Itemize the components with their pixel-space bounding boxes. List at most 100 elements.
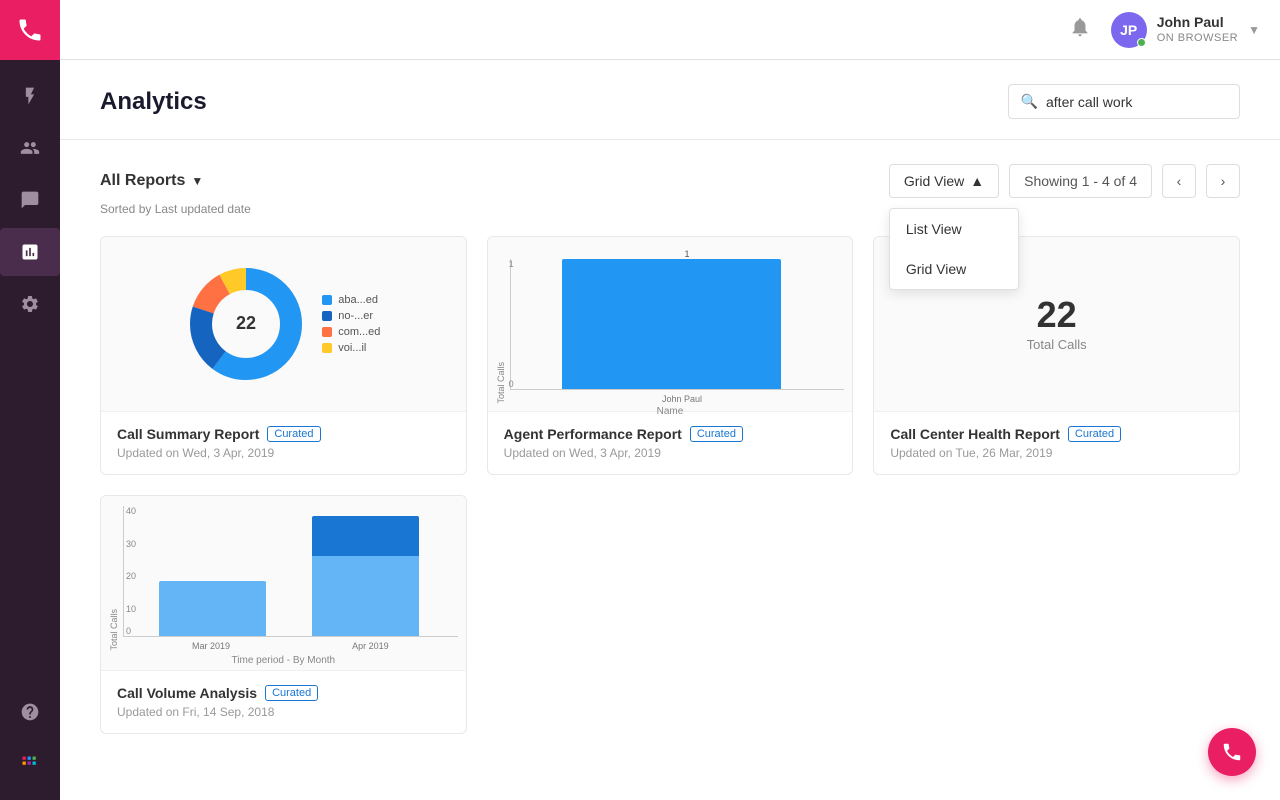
sidebar-item-grid[interactable] xyxy=(0,740,60,788)
volume-chart-wrap: Total Calls 40 30 20 10 xyxy=(101,496,466,670)
user-menu[interactable]: JP John Paul ON BROWSER ▼ xyxy=(1111,12,1260,48)
reports-section: All Reports ▼ Grid View ▲ List View Grid xyxy=(60,140,1280,758)
search-icon: 🔍 xyxy=(1021,93,1038,110)
number-display: 22 Total Calls xyxy=(1027,297,1087,352)
report-card-call-summary[interactable]: 22 aba...ed no-...er xyxy=(100,236,467,475)
toolbar-right: Grid View ▲ List View Grid View Showing … xyxy=(889,164,1240,198)
card-info: Call Center Health Report Curated Update… xyxy=(874,412,1239,474)
bar-top-label: 1 xyxy=(510,249,845,259)
grid-view-option[interactable]: Grid View xyxy=(890,249,1018,289)
list-view-option[interactable]: List View xyxy=(890,209,1018,249)
big-number-label: Total Calls xyxy=(1027,337,1087,352)
curated-badge: Curated xyxy=(265,685,318,701)
y-tick-0: 0 xyxy=(126,626,131,636)
report-card-call-volume[interactable]: Total Calls 40 30 20 10 xyxy=(100,495,467,734)
y-tick-30: 30 xyxy=(126,539,136,549)
sidebar-bottom xyxy=(0,688,60,800)
bars-area: 1 0 xyxy=(510,259,845,390)
sidebar-item-analytics[interactable] xyxy=(0,228,60,276)
card-info: Call Volume Analysis Curated Updated on … xyxy=(101,671,466,733)
x-label-mar: Mar 2019 xyxy=(192,641,230,651)
search-box[interactable]: 🔍 xyxy=(1008,84,1240,119)
legend-item: com...ed xyxy=(322,326,380,338)
legend-color xyxy=(322,295,332,305)
sidebar-item-settings[interactable] xyxy=(0,280,60,328)
grid-view-button[interactable]: Grid View ▲ xyxy=(889,164,999,198)
card-chart-bar: Total Calls 1 1 0 John Paul xyxy=(488,237,853,412)
card-title-row: Call Summary Report Curated xyxy=(117,426,450,442)
bar-chart-wrap: Total Calls 1 1 0 John Paul xyxy=(488,237,853,411)
card-title-row: Agent Performance Report Curated xyxy=(504,426,837,442)
big-number: 22 xyxy=(1027,297,1087,333)
legend-item: voi...il xyxy=(322,342,380,354)
next-page-button[interactable]: › xyxy=(1206,164,1240,198)
x-tick-labels: Mar 2019 Apr 2019 xyxy=(123,641,458,651)
avatar: JP xyxy=(1111,12,1147,48)
x-axis-label: Name xyxy=(496,406,845,417)
card-updated: Updated on Wed, 3 Apr, 2019 xyxy=(117,446,450,460)
y-tick-0: 0 xyxy=(509,379,514,389)
y-tick-10: 10 xyxy=(126,604,136,614)
donut-chart-svg: 22 xyxy=(186,264,306,384)
legend-color xyxy=(322,311,332,321)
chevron-down-icon: ▼ xyxy=(191,174,203,188)
bars-row xyxy=(128,516,450,636)
legend-color xyxy=(322,327,332,337)
card-info: Call Summary Report Curated Updated on W… xyxy=(101,412,466,474)
y-axis-label: Total Calls xyxy=(496,362,506,404)
search-input[interactable] xyxy=(1046,94,1227,110)
main-area: JP John Paul ON BROWSER ▼ Analytics 🔍 xyxy=(60,0,1280,800)
grid-view-label: Grid View xyxy=(904,173,964,189)
card-chart-donut: 22 aba...ed no-...er xyxy=(101,237,466,412)
content-area: Analytics 🔍 All Reports ▼ Grid Vie xyxy=(60,60,1280,800)
prev-page-button[interactable]: ‹ xyxy=(1162,164,1196,198)
volume-chart-area: Total Calls 40 30 20 10 xyxy=(109,506,458,651)
sorted-by-label: Sorted by Last updated date xyxy=(100,202,1240,216)
chevron-up-icon: ▲ xyxy=(970,173,984,189)
y-axis-label: Total Calls xyxy=(109,609,119,651)
sidebar-item-help[interactable] xyxy=(0,688,60,736)
user-name: John Paul xyxy=(1157,13,1238,31)
sidebar-logo[interactable] xyxy=(0,0,60,60)
bar-chart-main: 1 1 0 John Paul xyxy=(510,249,845,404)
legend-item: no-...er xyxy=(322,310,380,322)
sidebar-item-chat[interactable] xyxy=(0,176,60,224)
sidebar-nav xyxy=(0,60,60,688)
report-card-agent-performance[interactable]: Total Calls 1 1 0 John Paul xyxy=(487,236,854,475)
bar-chart-area: Total Calls 1 1 0 John Paul xyxy=(496,249,845,404)
svg-text:22: 22 xyxy=(236,313,256,333)
user-status: ON BROWSER xyxy=(1157,31,1238,45)
reports-toolbar: All Reports ▼ Grid View ▲ List View Grid xyxy=(100,164,1240,198)
bar-john-paul xyxy=(562,259,782,389)
all-reports-filter: All Reports ▼ xyxy=(100,172,203,190)
stacked-bars-area: 40 30 20 10 0 xyxy=(123,506,458,637)
donut-chart-container: 22 aba...ed no-...er xyxy=(186,264,380,384)
donut-legend: aba...ed no-...er com...ed xyxy=(322,294,380,354)
reports-grid: 22 aba...ed no-...er xyxy=(100,236,1240,734)
card-title: Call Volume Analysis xyxy=(117,685,257,701)
floating-call-button[interactable] xyxy=(1208,728,1256,776)
card-updated: Updated on Fri, 14 Sep, 2018 xyxy=(117,705,450,719)
sidebar-item-users[interactable] xyxy=(0,124,60,172)
notification-bell[interactable] xyxy=(1065,12,1095,47)
page-header: Analytics 🔍 xyxy=(60,60,1280,140)
user-info: John Paul ON BROWSER xyxy=(1157,13,1238,45)
all-reports-button[interactable]: All Reports ▼ xyxy=(100,172,203,190)
legend-item: aba...ed xyxy=(322,294,380,306)
card-title-row: Call Volume Analysis Curated xyxy=(117,685,450,701)
showing-count: Showing 1 - 4 of 4 xyxy=(1009,164,1152,198)
sidebar-item-lightning[interactable] xyxy=(0,72,60,120)
bar-group-mar xyxy=(159,581,266,636)
bar-group-apr xyxy=(312,516,419,636)
bar-mar-bottom xyxy=(159,581,266,636)
card-title-row: Call Center Health Report Curated xyxy=(890,426,1223,442)
bar-name: John Paul xyxy=(510,394,845,404)
card-info: Agent Performance Report Curated Updated… xyxy=(488,412,853,474)
card-title: Call Summary Report xyxy=(117,426,259,442)
curated-badge: Curated xyxy=(690,426,743,442)
topbar: JP John Paul ON BROWSER ▼ xyxy=(60,0,1280,60)
y-tick-20: 20 xyxy=(126,571,136,581)
y-tick-40: 40 xyxy=(126,506,136,516)
card-title: Agent Performance Report xyxy=(504,426,682,442)
bar-apr-top xyxy=(312,516,419,556)
